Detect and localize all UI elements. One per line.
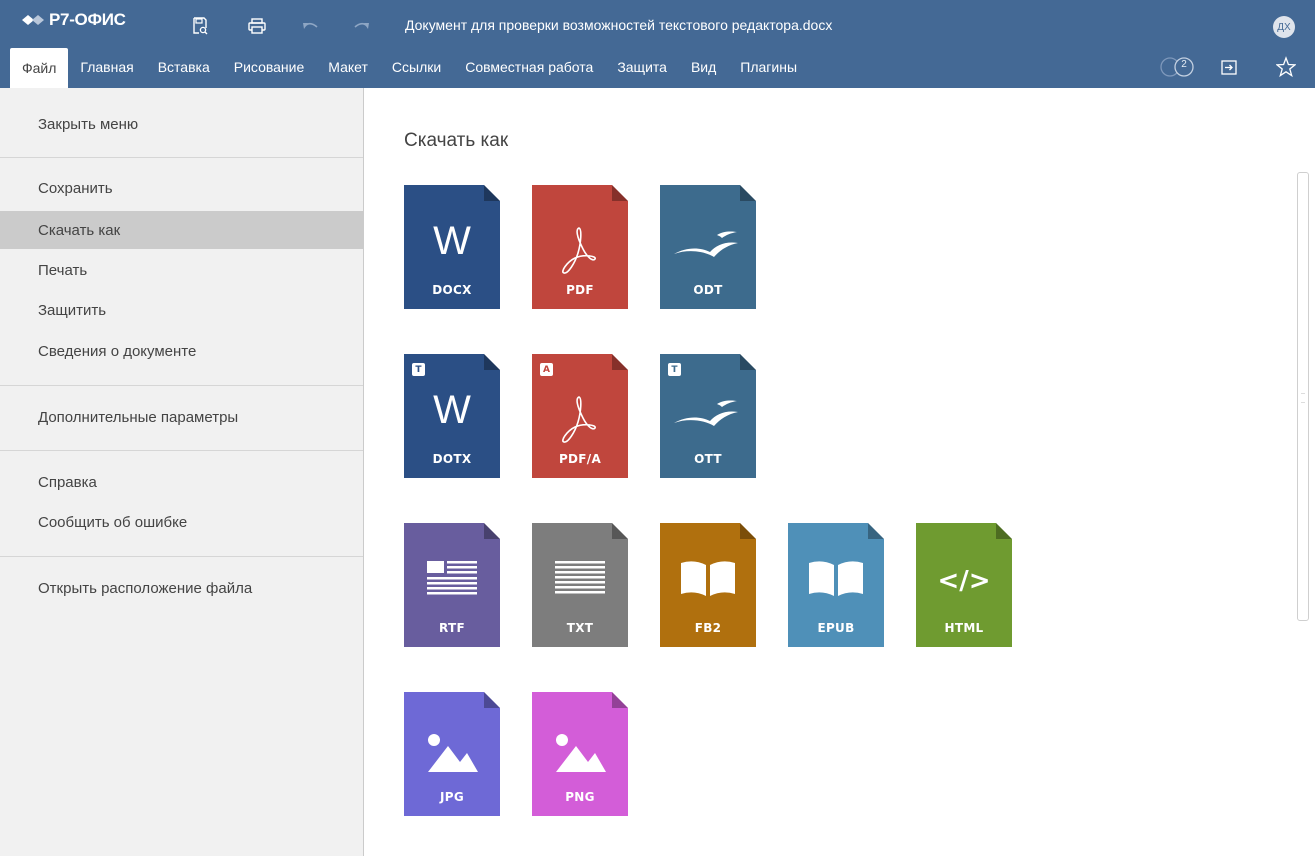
app-logo: Р7-ОФИС — [22, 9, 126, 31]
document-info-item[interactable]: Сведения о документе — [0, 332, 363, 370]
tab-layout[interactable]: Макет — [316, 48, 380, 85]
format-rtf[interactable]: RTF — [404, 523, 500, 647]
help-item[interactable]: Справка — [0, 463, 363, 501]
format-label: ODT — [693, 283, 723, 297]
tab-draw[interactable]: Рисование — [222, 48, 317, 85]
word-icon: W — [433, 219, 471, 263]
format-odt[interactable]: ODT — [660, 185, 756, 309]
format-jpg[interactable]: JPG — [404, 692, 500, 816]
tab-view[interactable]: Вид — [679, 48, 728, 85]
save-item[interactable]: Сохранить — [0, 169, 363, 207]
vertical-scrollbar[interactable] — [1297, 172, 1309, 621]
format-pdf[interactable]: PDF — [532, 185, 628, 309]
format-label: JPG — [439, 790, 464, 804]
redo-icon[interactable] — [350, 14, 374, 38]
format-epub[interactable]: EPUB — [788, 523, 884, 647]
document-title: Документ для проверки возможностей текст… — [405, 17, 833, 33]
format-label: PDF — [566, 283, 594, 297]
download-as-panel: Скачать как W DOCX PDF ODT T W DOTX A PD… — [364, 88, 1315, 856]
format-label: TXT — [566, 621, 594, 635]
title-bar: Р7-ОФИС Документ для проверки возможност… — [0, 0, 1315, 48]
coauthors-button[interactable]: 2 — [1158, 55, 1200, 79]
tab-insert[interactable]: Вставка — [146, 48, 222, 85]
tab-plugins[interactable]: Плагины — [728, 48, 809, 85]
format-label: OTT — [694, 452, 722, 466]
tab-collaboration[interactable]: Совместная работа — [453, 48, 605, 85]
word-icon: W — [433, 388, 471, 432]
print-icon[interactable] — [245, 14, 269, 38]
user-avatar[interactable]: ДХ — [1273, 16, 1295, 38]
format-label: HTML — [944, 621, 984, 635]
rich-text-icon — [427, 561, 477, 595]
coauthors-count: 2 — [1181, 59, 1187, 70]
tab-protection[interactable]: Защита — [605, 48, 679, 85]
tab-references[interactable]: Ссылки — [380, 48, 453, 85]
ribbon-tabs: Файл Главная Вставка Рисование Макет Ссы… — [10, 48, 809, 88]
close-menu-item[interactable]: Закрыть меню — [0, 105, 363, 143]
format-label: DOCX — [432, 283, 472, 297]
download-as-item[interactable]: Скачать как — [0, 211, 363, 249]
open-file-location-item[interactable]: Открыть расположение файла — [0, 569, 363, 607]
protect-item[interactable]: Защитить — [0, 291, 363, 329]
scrollbar-grip — [1301, 393, 1305, 403]
open-location-icon[interactable] — [1220, 55, 1240, 79]
tab-home[interactable]: Главная — [68, 48, 145, 85]
menu-divider — [0, 157, 363, 158]
logo-text: Р7-ОФИС — [49, 10, 126, 29]
tab-file[interactable]: Файл — [10, 48, 69, 88]
format-label: EPUB — [817, 621, 855, 635]
format-docx[interactable]: W DOCX — [404, 185, 500, 309]
menu-divider — [0, 556, 363, 557]
format-label: PDF/A — [558, 452, 602, 466]
app-header: Р7-ОФИС Документ для проверки возможност… — [0, 0, 1315, 88]
report-bug-item[interactable]: Сообщить об ошибке — [0, 503, 363, 541]
format-fb2[interactable]: FB2 — [660, 523, 756, 647]
menu-divider — [0, 450, 363, 451]
format-label: PNG — [565, 790, 595, 804]
print-item[interactable]: Печать — [0, 251, 363, 289]
format-pdfa[interactable]: A PDF/A — [532, 354, 628, 478]
favorite-star-icon[interactable] — [1275, 55, 1297, 79]
format-label: FB2 — [694, 621, 722, 635]
template-badge: T — [668, 363, 681, 376]
undo-icon[interactable] — [298, 14, 322, 38]
format-dotx[interactable]: T W DOTX — [404, 354, 500, 478]
format-png[interactable]: PNG — [532, 692, 628, 816]
menu-divider — [0, 385, 363, 386]
logo-icon — [22, 12, 46, 28]
format-label: DOTX — [432, 452, 472, 466]
code-brackets-icon: </> — [937, 566, 991, 596]
archive-badge: A — [540, 363, 553, 376]
format-ott[interactable]: T OTT — [660, 354, 756, 478]
format-txt[interactable]: TXT — [532, 523, 628, 647]
template-badge: T — [412, 363, 425, 376]
format-html[interactable]: </> HTML — [916, 523, 1012, 647]
section-title: Скачать как — [404, 130, 509, 151]
save-preview-icon[interactable] — [188, 14, 212, 38]
file-menu-panel: Закрыть меню Сохранить Скачать как Печат… — [0, 88, 364, 856]
format-label: RTF — [439, 621, 465, 635]
advanced-settings-item[interactable]: Дополнительные параметры — [0, 398, 363, 436]
